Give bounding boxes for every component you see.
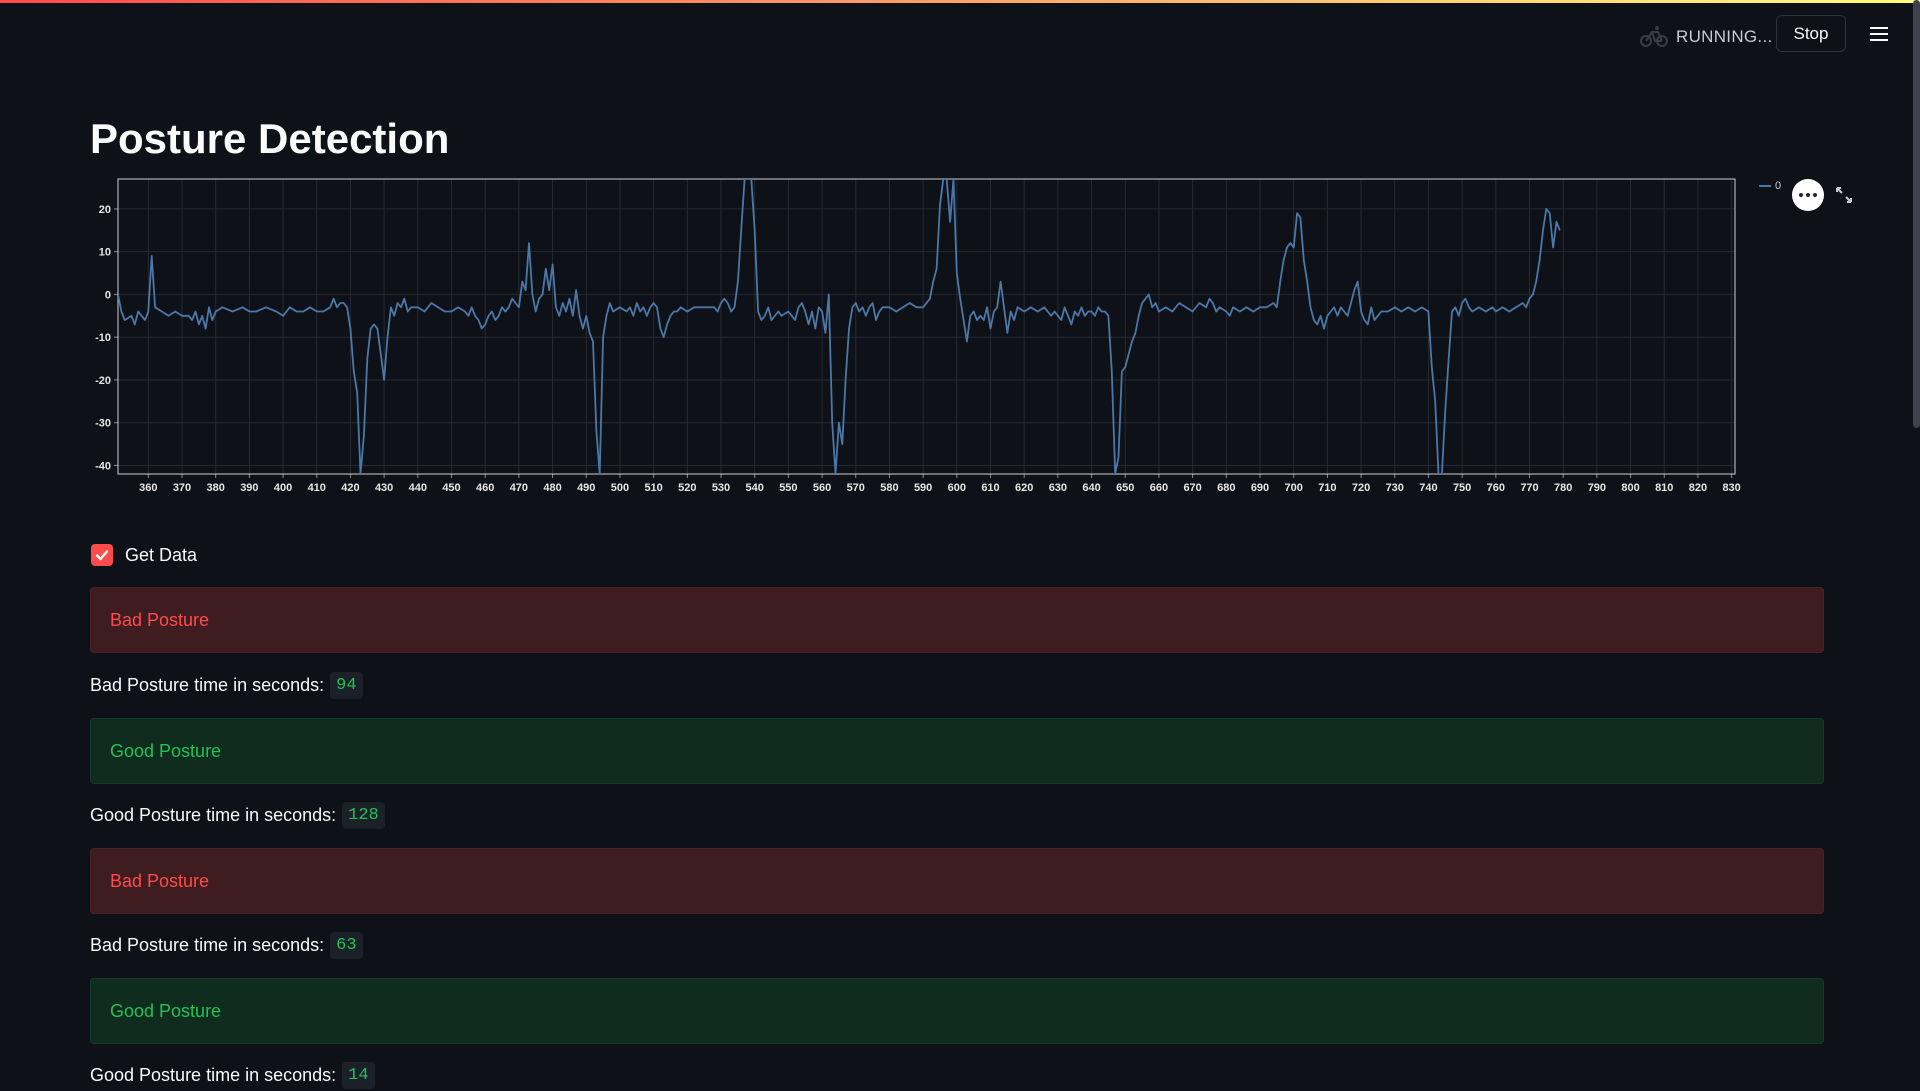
y-tick-label: -10 [95, 332, 111, 344]
running-status-text: RUNNING... [1676, 27, 1773, 46]
x-tick-label: 610 [981, 482, 999, 494]
posture-time-row: Bad Posture time in seconds: 63 [90, 929, 363, 961]
x-tick-label: 560 [813, 482, 831, 494]
plot-area [118, 179, 1735, 474]
posture-time-value: 63 [330, 931, 363, 959]
y-tick-label: -20 [95, 375, 111, 387]
x-tick-label: 450 [442, 482, 460, 494]
running-status: RUNNING... [1640, 23, 1773, 51]
posture-alert-good: Good Posture [90, 718, 1824, 784]
posture-chart[interactable]: 360 370 380 390 400 410 420 430 440 450 460 470 480 4… [90, 175, 1860, 500]
posture-time-label: Good Posture time in seconds: [90, 1064, 337, 1085]
chart-legend: 0 [1759, 180, 1781, 192]
x-tick-label: 630 [1049, 482, 1067, 494]
x-tick-label: 500 [611, 482, 629, 494]
x-tick-label: 780 [1554, 482, 1572, 494]
y-tick-label: -30 [95, 418, 111, 430]
x-tick-label: 370 [173, 482, 191, 494]
get-data-checkbox-row[interactable]: Get Data [91, 544, 197, 566]
x-tick-label: 530 [712, 482, 730, 494]
x-tick-label: 730 [1386, 482, 1404, 494]
x-tick-label: 700 [1285, 482, 1303, 494]
x-tick-label: 650 [1116, 482, 1134, 494]
posture-alert-bad: Bad Posture [90, 587, 1824, 653]
get-data-label: Get Data [125, 544, 198, 565]
x-tick-label: 570 [847, 482, 865, 494]
legend-label: 0 [1775, 180, 1782, 192]
y-tick-label: 0 [105, 289, 111, 301]
bicycle-icon [1640, 26, 1668, 47]
posture-time-label: Bad Posture time in seconds: [90, 674, 325, 695]
x-tick-label: 470 [510, 482, 528, 494]
x-tick-label: 710 [1318, 482, 1336, 494]
x-tick-label: 760 [1487, 482, 1505, 494]
posture-time-row: Bad Posture time in seconds: 94 [90, 669, 363, 701]
app-header: RUNNING... Stop [0, 3, 1920, 63]
y-tick-label: 10 [99, 247, 111, 259]
x-tick-label: 590 [914, 482, 932, 494]
more-options-icon[interactable] [1792, 179, 1824, 211]
page-title: Posture Detection [90, 115, 450, 162]
x-tick-label: 620 [1015, 482, 1033, 494]
x-tick-label: 360 [139, 482, 157, 494]
x-tick-label: 740 [1419, 482, 1437, 494]
stop-button[interactable]: Stop [1776, 15, 1846, 52]
x-tick-label: 690 [1251, 482, 1269, 494]
checkmark-icon [95, 550, 109, 561]
get-data-checkbox[interactable] [91, 544, 113, 566]
x-tick-label: 680 [1217, 482, 1235, 494]
x-tick-label: 380 [207, 482, 225, 494]
x-tick-label: 800 [1621, 482, 1639, 494]
x-tick-label: 490 [577, 482, 595, 494]
y-tick-label: -40 [95, 460, 111, 472]
x-tick-label: 480 [543, 482, 561, 494]
x-tick-label: 390 [240, 482, 258, 494]
x-tick-label: 430 [375, 482, 393, 494]
hamburger-menu-icon[interactable] [1866, 23, 1892, 49]
x-tick-label: 720 [1352, 482, 1370, 494]
x-tick-label: 420 [341, 482, 359, 494]
posture-time-label: Good Posture time in seconds: [90, 804, 337, 825]
x-tick-label: 670 [1183, 482, 1201, 494]
x-tick-label: 440 [409, 482, 427, 494]
y-tick-label: 20 [99, 204, 111, 216]
x-tick-label: 750 [1453, 482, 1471, 494]
posture-alert-good: Good Posture [90, 978, 1824, 1044]
fullscreen-icon[interactable] [1834, 185, 1854, 205]
x-tick-label: 540 [746, 482, 764, 494]
posture-time-row: Good Posture time in seconds: 128 [90, 799, 385, 831]
x-tick-label: 520 [678, 482, 696, 494]
x-tick-label: 830 [1722, 482, 1740, 494]
x-tick-label: 600 [948, 482, 966, 494]
scrollbar-thumb[interactable] [1913, 0, 1920, 428]
x-tick-label: 460 [476, 482, 494, 494]
posture-alert-bad: Bad Posture [90, 848, 1824, 914]
page-scrollbar[interactable] [1913, 0, 1920, 1080]
posture-time-row: Good Posture time in seconds: 14 [90, 1059, 375, 1091]
posture-time-label: Bad Posture time in seconds: [90, 934, 325, 955]
x-tick-label: 820 [1689, 482, 1707, 494]
x-tick-label: 660 [1150, 482, 1168, 494]
x-tick-label: 510 [644, 482, 662, 494]
x-tick-label: 410 [308, 482, 326, 494]
x-tick-label: 790 [1588, 482, 1606, 494]
posture-time-value: 128 [342, 801, 385, 829]
x-tick-label: 640 [1082, 482, 1100, 494]
x-tick-label: 810 [1655, 482, 1673, 494]
x-tick-label: 550 [779, 482, 797, 494]
line-chart-svg[interactable]: 360 370 380 390 400 410 420 430 440 450 460 470 480 4… [90, 175, 1750, 500]
posture-time-value: 94 [330, 671, 363, 699]
posture-time-value: 14 [342, 1061, 375, 1089]
x-tick-label: 580 [880, 482, 898, 494]
legend-swatch [1759, 185, 1771, 187]
x-tick-label: 400 [274, 482, 292, 494]
x-tick-label: 770 [1520, 482, 1538, 494]
